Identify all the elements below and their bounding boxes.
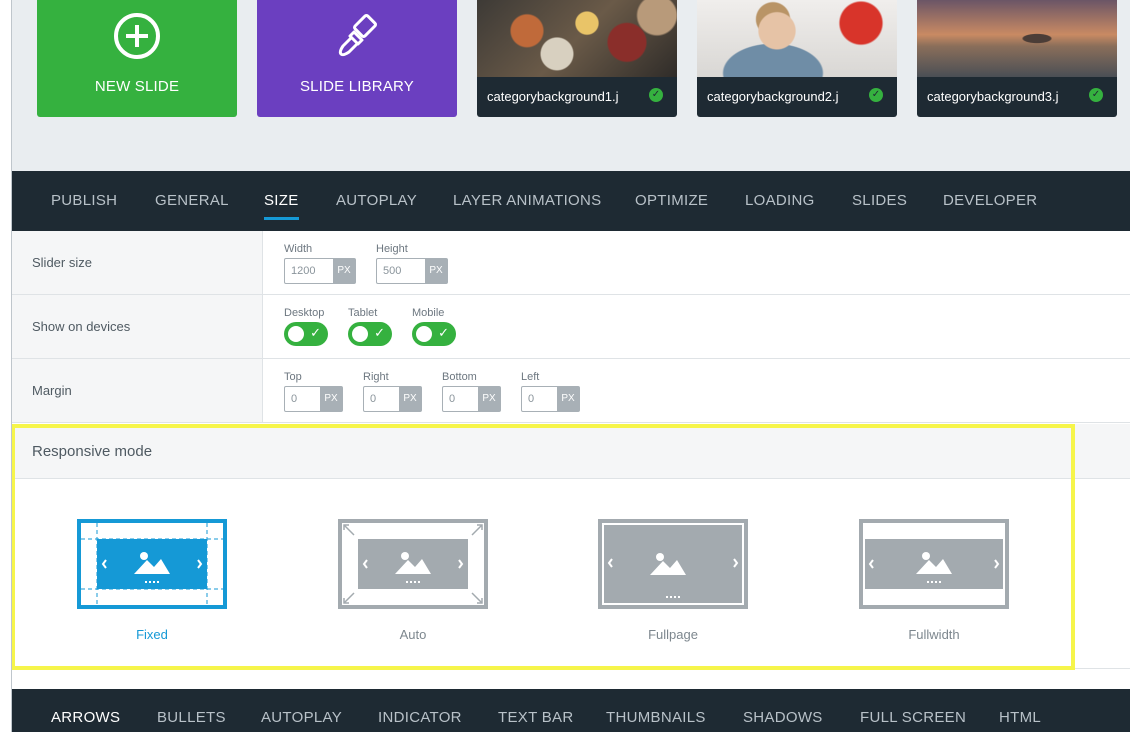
px-unit: PX	[557, 387, 579, 411]
tab-publish[interactable]: PUBLISH	[51, 171, 117, 231]
margin-label: Margin	[12, 359, 263, 422]
slider-size-label: Slider size	[12, 231, 263, 294]
tablet-toggle[interactable]: ✓	[348, 322, 392, 346]
width-label: Width	[284, 243, 313, 255]
tab-loading[interactable]: LOADING	[745, 171, 815, 231]
slide-image	[697, 0, 897, 77]
show-on-devices-label: Show on devices	[12, 295, 263, 358]
tab-html[interactable]: HTML	[999, 689, 1041, 732]
px-unit: PX	[320, 387, 342, 411]
check-icon: ✓	[374, 325, 385, 340]
px-unit: PX	[425, 259, 447, 283]
tab-text-bar[interactable]: TEXT BAR	[498, 689, 573, 732]
plus-circle-icon	[113, 13, 161, 59]
tablet-label: Tablet	[348, 307, 378, 319]
check-icon: ✓	[1089, 88, 1103, 102]
check-icon: ✓	[649, 88, 663, 102]
px-unit: PX	[399, 387, 421, 411]
show-on-devices-row: Show on devices Desktop ✓ Tablet ✓ Mobil…	[12, 295, 1130, 359]
margin-bottom-label: Bottom	[442, 371, 477, 383]
paintbrush-icon	[333, 14, 381, 58]
tab-indicator[interactable]: INDICATOR	[378, 689, 462, 732]
px-unit: PX	[478, 387, 500, 411]
mode-fullpage[interactable]: Fullpage	[598, 519, 748, 642]
margin-top-input[interactable]: 0 PX	[284, 386, 343, 412]
mode-fullpage-label: Fullpage	[648, 627, 698, 642]
width-value: 1200	[291, 265, 316, 277]
tab-autoplay-widget[interactable]: AUTOPLAY	[261, 689, 342, 732]
settings-tabbar: PUBLISH GENERAL SIZE AUTOPLAY LAYER ANIM…	[12, 171, 1130, 231]
height-label: Height	[376, 243, 408, 255]
slide-thumbnail[interactable]: categorybackground3.j ✓	[917, 0, 1117, 117]
slide-filename: categorybackground2.j	[697, 77, 897, 117]
slides-strip: NEW SLIDE SLIDE LIBRARY categorybackgrou…	[12, 0, 1130, 171]
slide-image	[917, 0, 1117, 77]
mobile-toggle[interactable]: ✓	[412, 322, 456, 346]
slide-image	[477, 0, 677, 77]
toggle-knob	[416, 326, 432, 342]
mode-fullwidth[interactable]: Fullwidth	[859, 519, 1009, 642]
tab-general[interactable]: GENERAL	[155, 171, 229, 231]
widget-tabbar: ARROWS BULLETS AUTOPLAY INDICATOR TEXT B…	[12, 689, 1130, 732]
mode-auto[interactable]: Auto	[338, 519, 488, 642]
slide-filename: categorybackground3.j	[917, 77, 1117, 117]
desktop-label: Desktop	[284, 307, 325, 319]
margin-top-label: Top	[284, 371, 302, 383]
mode-fullwidth-label: Fullwidth	[908, 627, 960, 642]
mode-auto-label: Auto	[399, 627, 427, 642]
slider-size-row: Slider size Width 1200 PX Height 500 PX	[12, 231, 1130, 295]
tab-optimize[interactable]: OPTIMIZE	[635, 171, 708, 231]
tab-thumbnails[interactable]: THUMBNAILS	[606, 689, 706, 732]
margin-right-value: 0	[370, 393, 377, 405]
fullpage-mode-icon	[598, 519, 748, 609]
margin-bottom-input[interactable]: 0 PX	[442, 386, 501, 412]
margin-left-input[interactable]: 0 PX	[521, 386, 580, 412]
new-slide-label: NEW SLIDE	[94, 78, 180, 95]
mobile-label: Mobile	[412, 307, 445, 319]
mode-fixed-label: Fixed	[136, 627, 168, 642]
desktop-toggle[interactable]: ✓	[284, 322, 328, 346]
slide-library-button[interactable]: SLIDE LIBRARY	[257, 0, 457, 117]
tab-layer-animations[interactable]: LAYER ANIMATIONS	[453, 171, 601, 231]
px-unit: PX	[333, 259, 355, 283]
tab-slides[interactable]: SLIDES	[852, 171, 907, 231]
width-input[interactable]: 1200 PX	[284, 258, 356, 284]
tab-shadows[interactable]: SHADOWS	[743, 689, 823, 732]
margin-row: Margin Top 0 PX Right 0 PX Bottom 0 PX L…	[12, 359, 1130, 423]
margin-top-value: 0	[291, 393, 298, 405]
auto-mode-icon	[338, 519, 488, 609]
margin-left-label: Left	[521, 371, 540, 383]
height-value: 500	[383, 265, 402, 277]
tab-arrows[interactable]: ARROWS	[51, 689, 120, 732]
margin-left-value: 0	[528, 393, 535, 405]
responsive-mode-options: Fixed Auto Fullpage Fullwidth	[12, 479, 1130, 669]
tab-autoplay[interactable]: AUTOPLAY	[336, 171, 417, 231]
fixed-mode-icon	[77, 519, 227, 609]
left-border	[11, 0, 12, 732]
toggle-knob	[352, 326, 368, 342]
fullwidth-mode-icon	[859, 519, 1009, 609]
tab-size[interactable]: SIZE	[264, 171, 299, 231]
tab-full-screen[interactable]: FULL SCREEN	[860, 689, 966, 732]
mode-fixed[interactable]: Fixed	[77, 519, 227, 642]
slide-thumbnail[interactable]: categorybackground1.j ✓	[477, 0, 677, 117]
responsive-mode-title: Responsive mode	[12, 424, 1130, 479]
height-input[interactable]: 500 PX	[376, 258, 448, 284]
check-icon: ✓	[869, 88, 883, 102]
tab-developer[interactable]: DEVELOPER	[943, 171, 1037, 231]
check-icon: ✓	[310, 325, 321, 340]
slide-filename: categorybackground1.j	[477, 77, 677, 117]
slide-library-label: SLIDE LIBRARY	[299, 78, 415, 95]
new-slide-button[interactable]: NEW SLIDE	[37, 0, 237, 117]
margin-bottom-value: 0	[449, 393, 456, 405]
toggle-knob	[288, 326, 304, 342]
tab-bullets[interactable]: BULLETS	[157, 689, 226, 732]
check-icon: ✓	[438, 325, 449, 340]
slide-thumbnail[interactable]: categorybackground2.j ✓	[697, 0, 897, 117]
margin-right-label: Right	[363, 371, 389, 383]
margin-right-input[interactable]: 0 PX	[363, 386, 422, 412]
